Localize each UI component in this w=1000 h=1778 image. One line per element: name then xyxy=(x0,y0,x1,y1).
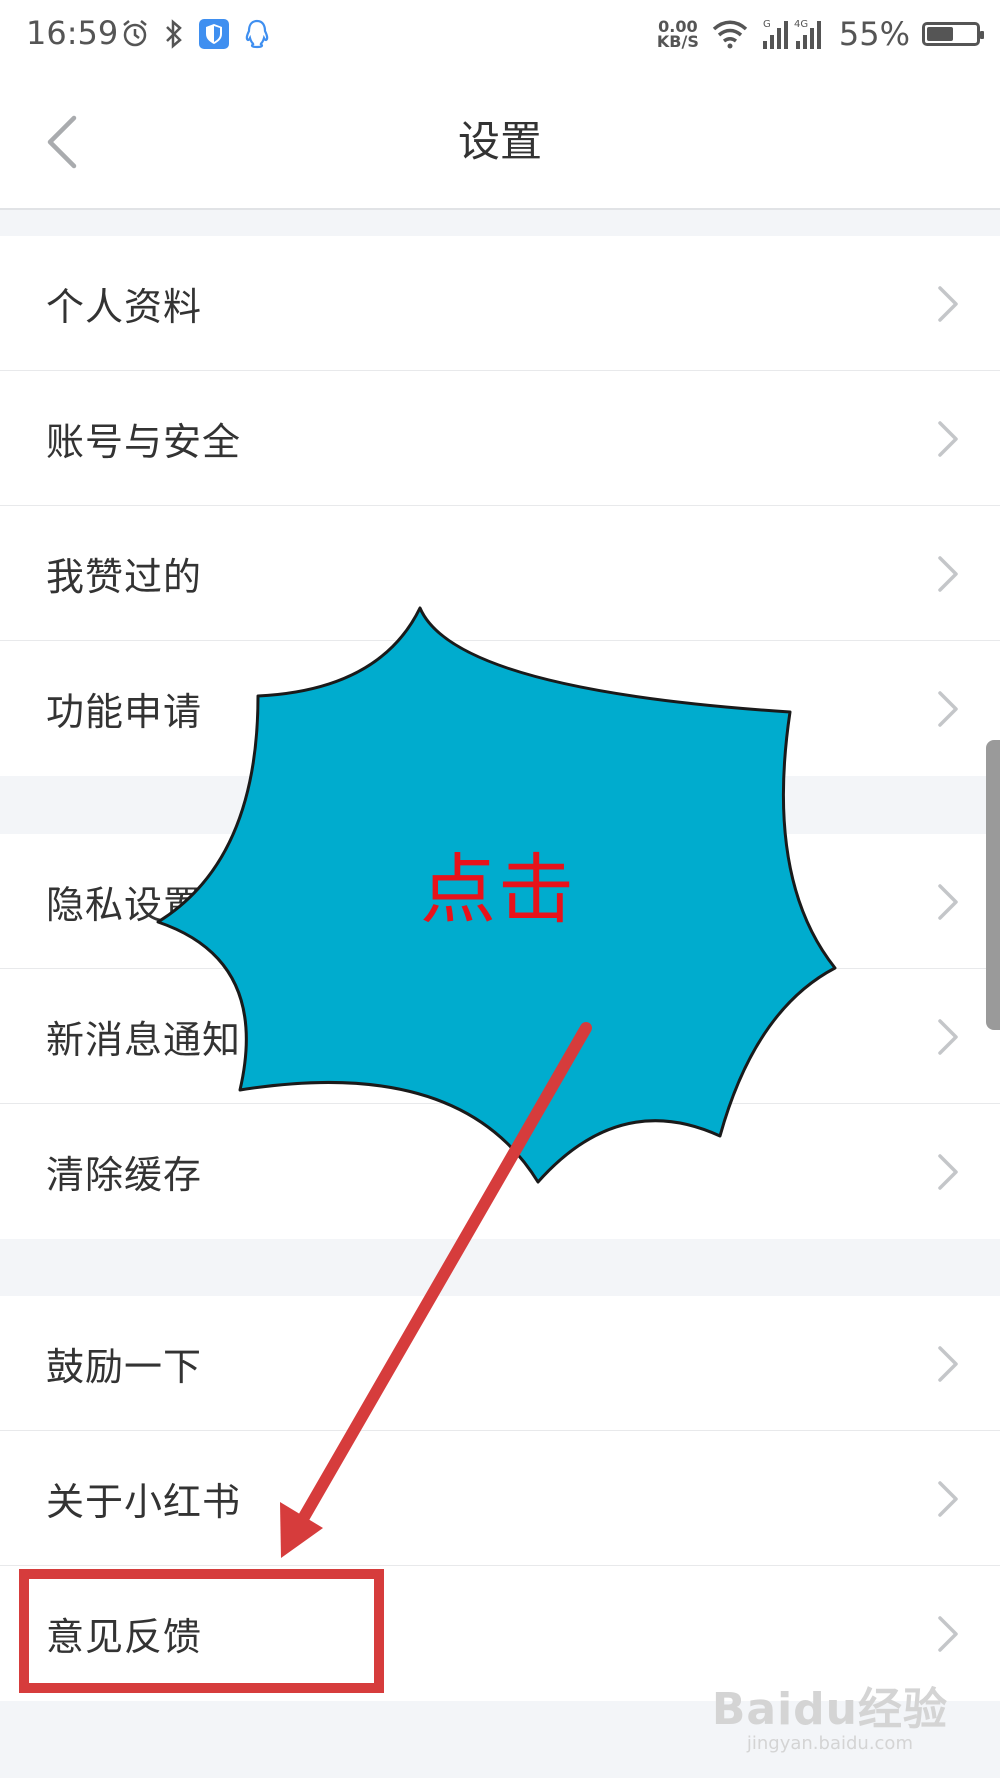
network-type-1: G xyxy=(763,19,771,30)
settings-item-clear-cache[interactable]: 清除缓存 xyxy=(0,1104,1000,1239)
battery-percent: 55% xyxy=(838,15,910,53)
battery-level xyxy=(927,27,954,41)
shield-icon xyxy=(199,19,229,49)
settings-item-about[interactable]: 关于小红书 xyxy=(0,1431,1000,1566)
settings-item-label: 功能申请 xyxy=(46,690,203,734)
wifi-icon xyxy=(712,20,748,49)
network-speed: 0.00 KB/S xyxy=(656,19,699,51)
settings-item-label: 隐私设置 xyxy=(46,883,203,927)
settings-group-3: 鼓励一下 关于小红书 意见反馈 xyxy=(0,1296,1000,1701)
chevron-right-icon xyxy=(938,1154,958,1190)
bluetooth-icon xyxy=(166,19,182,49)
status-bar: 16:59 0.00 KB/S G 4G 55% xyxy=(0,0,1000,72)
page-title: 设置 xyxy=(457,117,542,166)
settings-item-profile[interactable]: 个人资料 xyxy=(0,236,1000,371)
chevron-right-icon xyxy=(938,1481,958,1517)
callout-text: 点击 xyxy=(420,845,576,934)
status-time: 16:59 xyxy=(26,14,119,52)
battery-icon xyxy=(922,22,984,46)
settings-item-label: 新消息通知 xyxy=(46,1018,242,1062)
chevron-right-icon xyxy=(938,556,958,592)
settings-item-encourage[interactable]: 鼓励一下 xyxy=(0,1296,1000,1431)
chevron-right-icon xyxy=(938,1616,958,1652)
status-left-icons xyxy=(120,12,272,56)
settings-item-label: 意见反馈 xyxy=(46,1615,203,1659)
watermark-logo: Baidu经验 xyxy=(711,1684,948,1735)
alarm-icon xyxy=(123,20,147,47)
chevron-right-icon xyxy=(938,421,958,457)
chevron-right-icon xyxy=(938,691,958,727)
settings-group-1: 个人资料 账号与安全 我赞过的 功能申请 xyxy=(0,236,1000,776)
scroll-indicator[interactable] xyxy=(986,740,1000,1030)
settings-item-account-security[interactable]: 账号与安全 xyxy=(0,371,1000,506)
chevron-right-icon xyxy=(938,884,958,920)
settings-item-label: 关于小红书 xyxy=(46,1480,242,1524)
settings-item-label: 清除缓存 xyxy=(46,1153,203,1197)
watermark: Baidu经验 jingyan.baidu.com xyxy=(712,1673,948,1754)
settings-item-feature-request[interactable]: 功能申请 xyxy=(0,641,1000,776)
settings-item-notifications[interactable]: 新消息通知 xyxy=(0,969,1000,1104)
settings-item-liked[interactable]: 我赞过的 xyxy=(0,506,1000,641)
settings-item-label: 鼓励一下 xyxy=(46,1345,203,1389)
status-right-group: 0.00 KB/S G 4G 55% xyxy=(656,12,984,56)
watermark-url: jingyan.baidu.com xyxy=(746,1733,913,1754)
navigation-bar: 设置 xyxy=(0,72,1000,210)
network-type-2: 4G xyxy=(794,19,808,30)
settings-item-label: 我赞过的 xyxy=(46,555,203,599)
network-speed-unit: KB/S xyxy=(656,32,699,51)
signal-icon: G 4G xyxy=(762,19,821,49)
settings-item-label: 个人资料 xyxy=(46,285,203,329)
chevron-right-icon xyxy=(938,1346,958,1382)
settings-item-label: 账号与安全 xyxy=(46,420,242,464)
chevron-right-icon xyxy=(938,1019,958,1055)
settings-screen: 16:59 0.00 KB/S G 4G 55% 设置 个人资料 账号与安全 我… xyxy=(0,0,1000,1778)
chevron-right-icon xyxy=(938,286,958,322)
qq-icon xyxy=(245,19,269,49)
